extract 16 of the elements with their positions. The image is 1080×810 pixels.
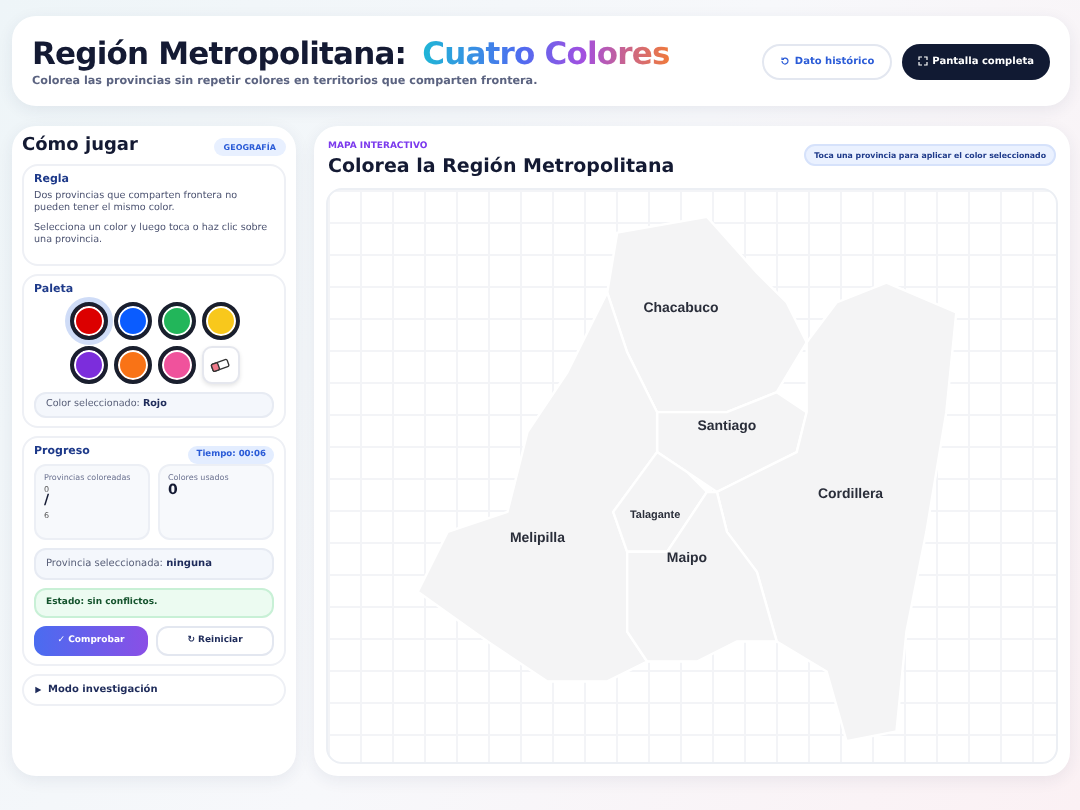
eraser-button[interactable] (201, 345, 239, 384)
map-title: Colorea la Región Metropolitana (328, 156, 675, 178)
color-swatch[interactable] (69, 301, 107, 340)
history-icon (780, 56, 791, 66)
fullscreen-icon (918, 56, 929, 66)
panel-title: Cómo jugar (22, 136, 138, 156)
disclosure-triangle-icon (34, 685, 42, 694)
color-swatch[interactable] (69, 345, 107, 384)
color-swatch[interactable] (113, 301, 151, 340)
color-swatch[interactable] (113, 345, 151, 384)
page-title: Región Metropolitana: (32, 35, 407, 71)
page-title-highlight: Cuatro Colores (422, 35, 670, 71)
color-swatch[interactable] (201, 301, 239, 340)
color-swatch[interactable] (157, 345, 195, 384)
color-swatch[interactable] (157, 301, 195, 340)
eraser-icon (210, 357, 230, 372)
